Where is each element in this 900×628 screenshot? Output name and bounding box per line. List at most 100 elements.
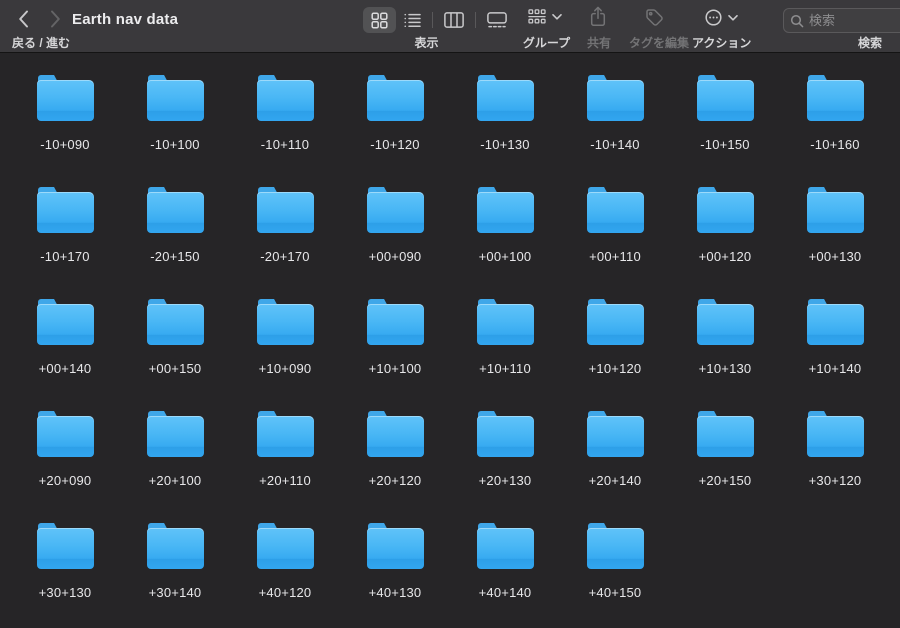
back-button[interactable] (12, 9, 34, 29)
folder-item[interactable]: -20+150 (120, 187, 230, 299)
folder-body (477, 528, 534, 569)
folder-item[interactable]: +40+140 (450, 523, 560, 628)
forward-button[interactable] (44, 9, 66, 29)
share-button[interactable] (590, 6, 606, 27)
folder-label: -10+110 (261, 137, 310, 152)
folder-icon (147, 75, 204, 121)
folder-item[interactable]: +20+090 (10, 411, 120, 523)
folder-item[interactable]: +30+120 (780, 411, 890, 523)
folder-label: +40+120 (259, 585, 312, 600)
folder-label: -20+150 (150, 249, 199, 264)
column-view-button[interactable] (436, 7, 472, 33)
view-divider (432, 12, 433, 28)
folder-body (367, 528, 424, 569)
gallery-view-button[interactable] (479, 7, 515, 33)
folder-label: +10+090 (259, 361, 312, 376)
folder-item[interactable]: +00+100 (450, 187, 560, 299)
folder-item[interactable]: +10+090 (230, 299, 340, 411)
folder-item[interactable]: +20+150 (670, 411, 780, 523)
folder-body (37, 416, 94, 457)
folder-icon (807, 411, 864, 457)
folder-label: +20+140 (589, 473, 642, 488)
folder-item[interactable]: +40+150 (560, 523, 670, 628)
folder-label: +00+110 (589, 249, 641, 264)
folder-item[interactable]: +40+130 (340, 523, 450, 628)
folder-item[interactable]: +10+140 (780, 299, 890, 411)
folder-icon (367, 523, 424, 569)
folder-item[interactable]: +20+110 (230, 411, 340, 523)
folder-item[interactable]: +00+140 (10, 299, 120, 411)
tags-label: タグを編集 (629, 34, 684, 51)
tag-icon (645, 8, 664, 27)
folder-item[interactable]: -10+110 (230, 75, 340, 187)
folder-label: +00+100 (479, 249, 532, 264)
folder-item[interactable]: +30+140 (120, 523, 230, 628)
folder-item[interactable]: -10+140 (560, 75, 670, 187)
folder-item[interactable]: +20+120 (340, 411, 450, 523)
folder-item[interactable]: +20+130 (450, 411, 560, 523)
folder-body (587, 416, 644, 457)
folder-item[interactable]: +00+090 (340, 187, 450, 299)
folder-body (367, 416, 424, 457)
view-divider (475, 12, 476, 28)
folder-icon (367, 299, 424, 345)
folder-body (37, 528, 94, 569)
folder-label: +10+130 (699, 361, 752, 376)
folder-label: -10+100 (150, 137, 199, 152)
folder-body (477, 80, 534, 121)
folder-label: +20+100 (149, 473, 202, 488)
search-field[interactable] (783, 8, 900, 33)
ellipsis-circle-icon (705, 9, 722, 26)
folder-item[interactable]: -10+120 (340, 75, 450, 187)
folder-label: +40+130 (369, 585, 422, 600)
folder-body (697, 304, 754, 345)
folder-item[interactable]: -20+170 (230, 187, 340, 299)
folder-item[interactable]: -10+100 (120, 75, 230, 187)
chevron-down-icon (552, 14, 562, 20)
column-view-icon (444, 12, 464, 28)
chevron-left-icon (18, 10, 29, 28)
folder-item[interactable]: +40+120 (230, 523, 340, 628)
folder-item[interactable]: +10+120 (560, 299, 670, 411)
folder-item[interactable]: +10+100 (340, 299, 450, 411)
folder-item[interactable]: +00+110 (560, 187, 670, 299)
group-button[interactable] (528, 9, 562, 24)
folder-item[interactable]: +00+130 (780, 187, 890, 299)
action-button[interactable] (705, 9, 738, 26)
back-forward-label: 戻る / 進む (12, 34, 70, 51)
folder-item[interactable]: -10+150 (670, 75, 780, 187)
folder-item[interactable]: +10+110 (450, 299, 560, 411)
folder-label: +10+140 (809, 361, 862, 376)
folder-body (697, 80, 754, 121)
folder-item[interactable]: -10+170 (10, 187, 120, 299)
folder-item[interactable]: +20+140 (560, 411, 670, 523)
icon-view-button[interactable] (363, 7, 396, 33)
folder-body (477, 304, 534, 345)
view-label: 表示 (363, 34, 490, 51)
folder-icon (807, 75, 864, 121)
folder-item[interactable]: +30+130 (10, 523, 120, 628)
folder-icon (147, 187, 204, 233)
folder-item[interactable]: +10+130 (670, 299, 780, 411)
search-input[interactable] (809, 13, 900, 28)
folder-item[interactable]: -10+160 (780, 75, 890, 187)
folder-icon (367, 187, 424, 233)
folder-item[interactable]: -10+090 (10, 75, 120, 187)
folder-label: +40+150 (589, 585, 642, 600)
folder-body (697, 192, 754, 233)
folder-label: +00+140 (39, 361, 92, 376)
folder-item[interactable]: +20+100 (120, 411, 230, 523)
folder-item[interactable]: +00+120 (670, 187, 780, 299)
folder-label: +10+120 (589, 361, 642, 376)
folder-body (697, 416, 754, 457)
folder-body (367, 304, 424, 345)
folder-icon (257, 411, 314, 457)
folder-icon (477, 75, 534, 121)
folder-body (257, 528, 314, 569)
folder-body (147, 416, 204, 457)
share-label: 共有 (585, 34, 613, 51)
folder-item[interactable]: +00+150 (120, 299, 230, 411)
edit-tags-button[interactable] (645, 8, 664, 27)
folder-item[interactable]: -10+130 (450, 75, 560, 187)
list-view-button[interactable] (396, 7, 429, 33)
